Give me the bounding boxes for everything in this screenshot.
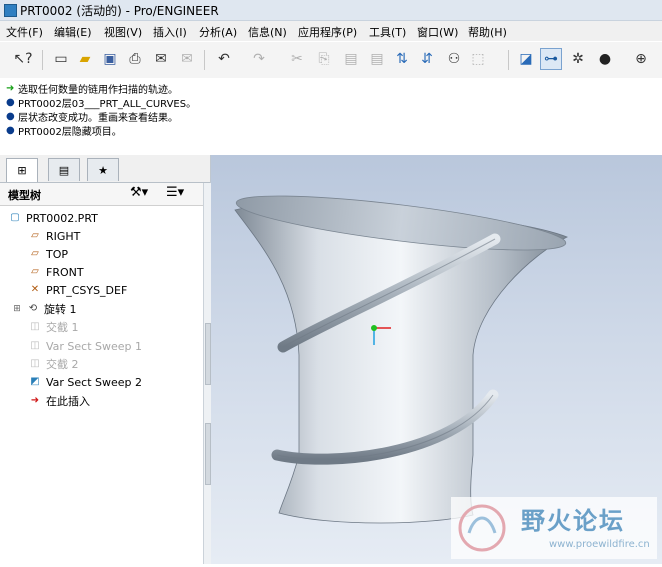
model-tree-title: 模型树 [8, 189, 41, 202]
part-icon: ▢ [10, 212, 20, 223]
tree-settings-icon[interactable]: ⚒▾ [130, 185, 148, 200]
repaint-icon[interactable]: ◪ [515, 48, 537, 70]
window-title: PRT0002 (活动的) - Pro/ENGINEER [20, 4, 219, 18]
tree-show-icon[interactable]: ☰▾ [166, 185, 184, 200]
message-line: ● 层状态改变成功。重画来查看结果。 [6, 111, 178, 124]
context-help-icon[interactable]: ↖? [12, 48, 34, 70]
favorites-tab-icon[interactable]: ★ [87, 158, 119, 181]
intersect-icon: ◫ [30, 321, 40, 332]
menu-tools[interactable]: 工具(T) [369, 24, 406, 40]
tree-item[interactable]: ▢ PRT0002.PRT [8, 209, 98, 227]
title-bar: PRT0002 (活动的) - Pro/ENGINEER [0, 0, 662, 21]
tree-item[interactable]: ▱ RIGHT [28, 227, 80, 245]
tree-item[interactable]: ◫ 交截 1 [28, 318, 78, 336]
orient-mode-icon[interactable]: ✲ [567, 48, 589, 70]
app-icon [4, 4, 17, 17]
menu-analysis[interactable]: 分析(A) [199, 24, 237, 40]
navigator-tabs: ⊞ ▤ ★ [0, 155, 210, 183]
print-icon[interactable]: ⎙ [124, 48, 146, 70]
select-box-icon[interactable]: ⬚ [467, 48, 489, 70]
menu-applications[interactable]: 应用程序(P) [298, 24, 357, 40]
expand-icon[interactable]: ⊞ [12, 303, 22, 315]
spin-center-icon[interactable]: ⊶ [540, 48, 562, 70]
message-line: ● PRT0002层隐藏项目。 [6, 125, 122, 138]
watermark-text: 野火论坛 [521, 507, 625, 535]
shading-icon[interactable]: ● [594, 48, 616, 70]
tree-item[interactable]: ◫ Var Sect Sweep 1 [28, 337, 142, 355]
regen-manager-icon[interactable]: ⇵ [416, 48, 438, 70]
regenerate-icon[interactable]: ⇅ [391, 48, 413, 70]
message-line: ➜ 选取任何数量的链用作扫描的轨迹。 [6, 83, 178, 96]
bullet-icon: ● [6, 111, 15, 122]
revolve-icon: ⟲ [28, 303, 38, 314]
bullet-icon: ● [6, 97, 15, 108]
paste-icon[interactable]: ▤ [340, 48, 362, 70]
tree-item[interactable]: ⊞ ⟲ 旋转 1 [12, 300, 76, 318]
tree-item[interactable]: ▱ TOP [28, 245, 68, 263]
copy-icon[interactable]: ⎘ [313, 48, 335, 70]
tree-item[interactable]: ▱ FRONT [28, 263, 83, 281]
undo-icon[interactable]: ↶ [213, 48, 235, 70]
zoom-in-icon[interactable]: ⊕ [630, 48, 652, 70]
folder-browser-tab-icon[interactable]: ▤ [48, 158, 80, 181]
watermark-url: www.proewildfire.cn [549, 539, 650, 550]
menu-insert[interactable]: 插入(I) [153, 24, 187, 40]
sweep-icon: ◩ [30, 376, 40, 387]
menu-bar: 文件(F) 编辑(E) 视图(V) 插入(I) 分析(A) 信息(N) 应用程序… [0, 21, 662, 41]
tree-item[interactable]: ◩ Var Sect Sweep 2 [28, 373, 142, 391]
menu-help[interactable]: 帮助(H) [468, 24, 507, 40]
model-tree-tab-icon[interactable]: ⊞ [6, 158, 38, 182]
watermark-logo-icon [458, 504, 506, 552]
insert-here-icon: ➜ [30, 395, 40, 406]
model-tree-header: 模型树 ⚒▾ ☰▾ [0, 183, 205, 206]
redo-icon[interactable]: ↷ [248, 48, 270, 70]
find-icon[interactable]: ⚇ [443, 48, 465, 70]
message-area: ➜ 选取任何数量的链用作扫描的轨迹。 ● PRT0002层03___PRT_AL… [0, 78, 662, 148]
menu-info[interactable]: 信息(N) [248, 24, 287, 40]
tree-item[interactable]: ✕ PRT_CSYS_DEF [28, 281, 128, 299]
csys-icon: ✕ [30, 284, 40, 295]
send-link-icon[interactable]: ✉ [176, 48, 198, 70]
menu-file[interactable]: 文件(F) [6, 24, 43, 40]
message-line: ● PRT0002层03___PRT_ALL_CURVES。 [6, 97, 197, 110]
toolbar: ↖? ▭ ▰ ▣ ⎙ ✉ ✉ ↶ ↷ ✂ ⎘ ▤ ▤ ⇅ ⇵ ⚇ ⬚ ◪ ⊶ ✲… [0, 42, 662, 79]
menu-view[interactable]: 视图(V) [104, 24, 142, 40]
arrow-icon: ➜ [6, 83, 15, 94]
sweep-icon: ◫ [30, 340, 40, 351]
tree-item[interactable]: ◫ 交截 2 [28, 355, 78, 373]
save-icon[interactable]: ▣ [99, 48, 121, 70]
cut-icon[interactable]: ✂ [286, 48, 308, 70]
pane-splitter[interactable] [203, 183, 211, 564]
menu-edit[interactable]: 编辑(E) [54, 24, 92, 40]
open-folder-icon[interactable]: ▰ [74, 48, 96, 70]
paste-special-icon[interactable]: ▤ [366, 48, 388, 70]
tree-item[interactable]: ➜ 在此插入 [28, 392, 90, 410]
watermark: 野火论坛 www.proewildfire.cn [451, 497, 657, 559]
datum-plane-icon: ▱ [31, 266, 39, 277]
datum-plane-icon: ▱ [31, 230, 39, 241]
intersect-icon: ◫ [30, 358, 40, 369]
menu-window[interactable]: 窗口(W) [417, 24, 458, 40]
new-file-icon[interactable]: ▭ [50, 48, 72, 70]
send-mail-icon[interactable]: ✉ [150, 48, 172, 70]
datum-plane-icon: ▱ [31, 248, 39, 259]
bullet-icon: ● [6, 125, 15, 136]
